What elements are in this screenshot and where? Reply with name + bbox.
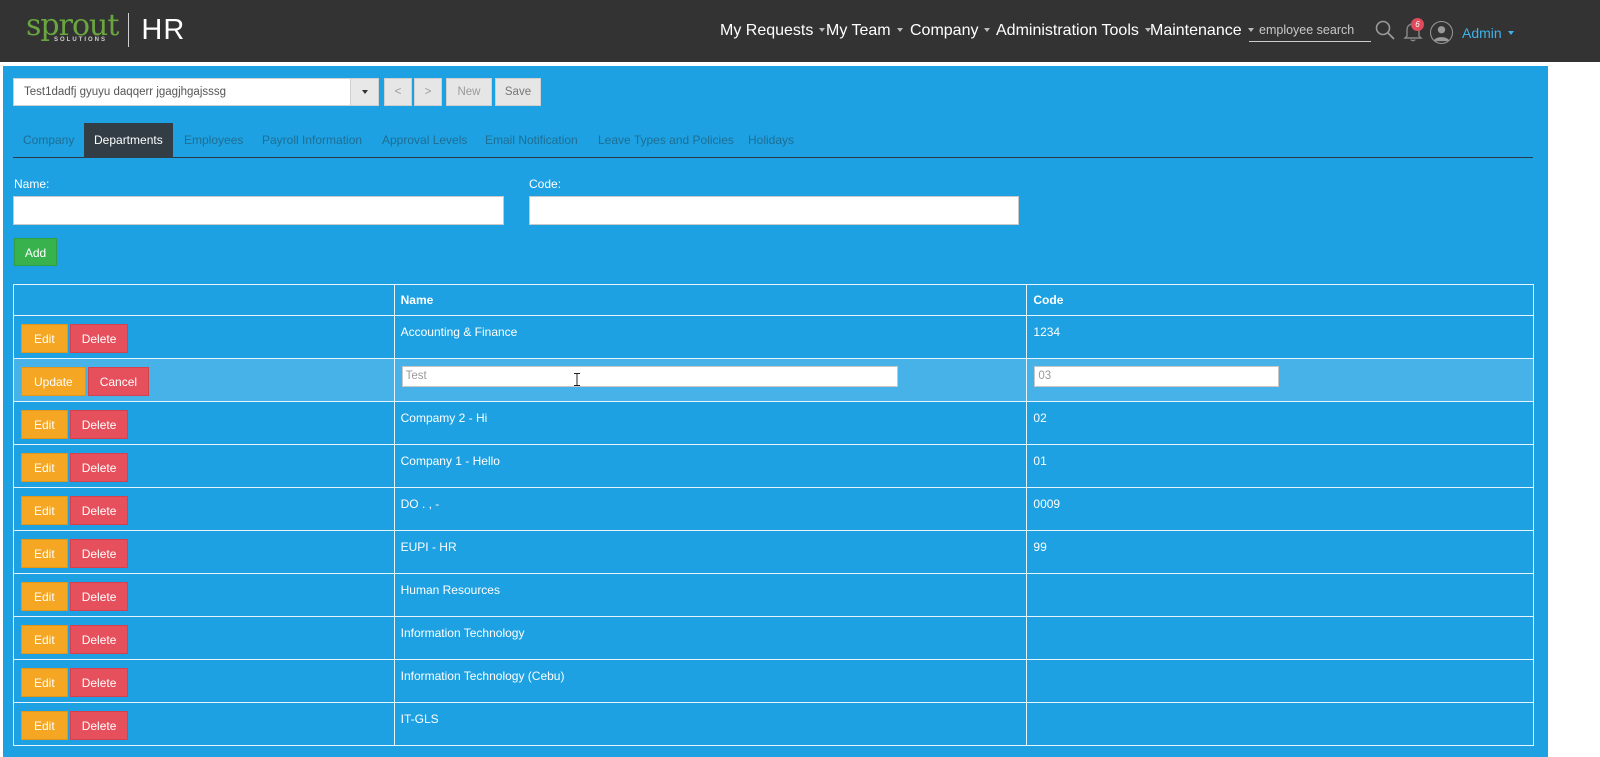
logo-divider xyxy=(128,13,130,47)
department-name: Accounting & Finance xyxy=(400,325,518,339)
department-name: Information Technology xyxy=(400,626,525,640)
header-actions xyxy=(13,284,395,316)
tab-leave-types-and-policies[interactable]: Leave Types and Policies xyxy=(588,123,744,158)
delete-button[interactable]: Delete xyxy=(69,453,129,482)
delete-button[interactable]: Delete xyxy=(69,496,129,525)
table-row: Edit Delete Company 1 - Hello 01 xyxy=(13,444,1534,488)
caret-down-icon xyxy=(896,27,903,32)
save-button[interactable]: Save xyxy=(495,78,541,106)
edit-button[interactable]: Edit xyxy=(21,453,68,482)
new-button[interactable]: New xyxy=(446,78,492,106)
department-code: 0009 xyxy=(1033,497,1061,511)
edit-code-input[interactable]: 03 xyxy=(1034,366,1280,387)
edit-name-input[interactable]: Test xyxy=(401,366,898,387)
nav-my-team[interactable]: My Team xyxy=(826,22,903,40)
edit-button[interactable]: Edit xyxy=(21,711,68,740)
department-name: Company 1 - Hello xyxy=(400,454,500,468)
delete-button[interactable]: Delete xyxy=(69,625,129,654)
department-code: 02 xyxy=(1033,411,1047,425)
prev-button[interactable]: < xyxy=(384,78,412,106)
delete-button[interactable]: Delete xyxy=(69,324,129,353)
search-icon[interactable] xyxy=(1375,20,1395,40)
department-name: EUPI - HR xyxy=(400,540,457,554)
table-row: Edit Delete IT-GLS xyxy=(13,702,1534,746)
table-header-row: Name Code xyxy=(13,284,1534,316)
tab-departments[interactable]: Departments xyxy=(84,123,173,158)
tab-holidays[interactable]: Holidays xyxy=(738,123,804,158)
cancel-button[interactable]: Cancel xyxy=(87,367,150,396)
table-row: Edit Delete EUPI - HR 99 xyxy=(13,530,1534,574)
caret-down-icon[interactable] xyxy=(350,79,378,105)
add-button[interactable]: Add xyxy=(14,238,57,266)
department-code xyxy=(1027,703,1533,712)
department-name: Human Resources xyxy=(400,583,500,597)
edit-button[interactable]: Edit xyxy=(21,625,68,654)
product-name: HR xyxy=(141,13,186,46)
tab-company[interactable]: Company xyxy=(13,123,84,158)
department-code: 99 xyxy=(1033,540,1047,554)
tab-approval-levels[interactable]: Approval Levels xyxy=(372,123,477,158)
notification-badge: 6 xyxy=(1411,18,1424,31)
table-row: Edit Delete DO . , - 0009 xyxy=(13,487,1534,531)
header-code[interactable]: Code xyxy=(1026,284,1534,316)
caret-down-icon xyxy=(1507,31,1514,36)
delete-button[interactable]: Delete xyxy=(69,668,129,697)
departments-table: Name Code Edit Delete Accounting & Financ… xyxy=(13,284,1534,746)
logo-subtext: SOLUTIONS xyxy=(54,37,108,43)
table-row: Edit Delete Human Resources xyxy=(13,573,1534,617)
department-code: 01 xyxy=(1033,454,1047,468)
department-name: IT-GLS xyxy=(400,712,439,726)
table-row: Edit Delete Information Technology (Cebu) xyxy=(13,659,1534,703)
table-row: Edit Delete Compamy 2 - Hi 02 xyxy=(13,401,1534,445)
caret-down-icon xyxy=(984,27,991,32)
table-row: Edit Delete Information Technology xyxy=(13,616,1534,660)
edit-button[interactable]: Edit xyxy=(21,410,68,439)
code-field[interactable] xyxy=(529,196,1019,225)
department-code xyxy=(1027,660,1533,669)
department-code xyxy=(1027,574,1533,583)
name-label: Name: xyxy=(14,177,50,191)
company-select-value: Test1dadfj gyuyu daqqerr jgagjhgajsssg xyxy=(24,86,227,98)
company-select[interactable]: Test1dadfj gyuyu daqqerr jgagjhgajsssg xyxy=(13,78,379,106)
department-name: Information Technology (Cebu) xyxy=(400,669,565,683)
department-code: 1234 xyxy=(1033,325,1061,339)
edit-button[interactable]: Edit xyxy=(21,539,68,568)
delete-button[interactable]: Delete xyxy=(69,711,129,740)
user-icon xyxy=(1433,26,1450,42)
avatar[interactable] xyxy=(1430,21,1453,44)
nav-my-requests[interactable]: My Requests xyxy=(720,22,826,40)
edit-button[interactable]: Edit xyxy=(21,324,68,353)
table-row: Edit Delete Accounting & Finance 1234 xyxy=(13,315,1534,359)
department-name: Compamy 2 - Hi xyxy=(400,411,488,425)
tab-email-notification[interactable]: Email Notification xyxy=(475,123,588,158)
edit-button[interactable]: Edit xyxy=(21,582,68,611)
sprout-hr-logo[interactable]: sprout SOLUTIONS HR xyxy=(26,10,185,50)
text-cursor-icon xyxy=(574,373,580,386)
page-gutter xyxy=(1548,66,1600,757)
top-navbar: sprout SOLUTIONS HR My Requests My Team … xyxy=(0,0,1600,62)
header-name[interactable]: Name xyxy=(393,284,1028,316)
code-label: Code: xyxy=(529,177,562,191)
tab-bar: Company Departments Employees Payroll In… xyxy=(13,123,1533,158)
next-button[interactable]: > xyxy=(414,78,442,106)
nav-administration-tools[interactable]: Administration Tools xyxy=(996,22,1151,40)
delete-button[interactable]: Delete xyxy=(69,582,129,611)
edit-button[interactable]: Edit xyxy=(21,668,68,697)
department-code xyxy=(1027,617,1533,626)
user-menu[interactable]: Admin xyxy=(1462,25,1514,41)
tab-payroll-information[interactable]: Payroll Information xyxy=(252,123,372,158)
delete-button[interactable]: Delete xyxy=(69,410,129,439)
nav-company[interactable]: Company xyxy=(910,22,991,40)
delete-button[interactable]: Delete xyxy=(69,539,129,568)
department-name: DO . , - xyxy=(400,497,440,511)
table-row-editing: Update Cancel Test 03 xyxy=(13,358,1534,402)
caret-down-icon xyxy=(819,27,826,32)
nav-maintenance[interactable]: Maintenance xyxy=(1150,22,1254,40)
name-field[interactable] xyxy=(13,196,504,225)
tab-employees[interactable]: Employees xyxy=(174,123,253,158)
update-button[interactable]: Update xyxy=(21,367,86,396)
edit-button[interactable]: Edit xyxy=(21,496,68,525)
employee-search-input[interactable] xyxy=(1249,18,1371,42)
